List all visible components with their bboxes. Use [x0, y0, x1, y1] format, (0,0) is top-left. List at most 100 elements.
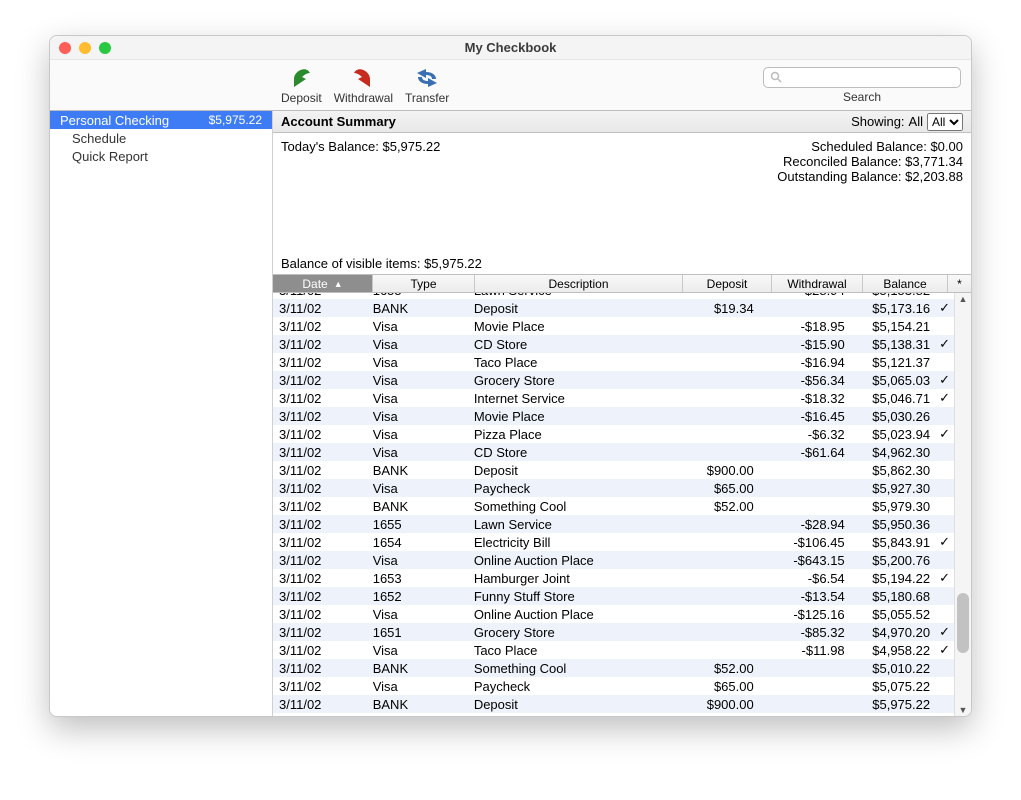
table-row[interactable]: 3/11/02VisaOnline Auction Place-$643.15$… — [273, 551, 955, 569]
table-row[interactable]: 3/11/02VisaPizza Place-$6.32$5,023.94✓ — [273, 425, 955, 443]
cell-description: Deposit — [470, 301, 669, 316]
table-row[interactable]: 3/11/02VisaMovie Place-$18.95$5,154.21 — [273, 317, 955, 335]
cell-balance: $5,979.30 — [849, 499, 934, 514]
table-row[interactable]: 3/11/021651Grocery Store-$85.32$4,970.20… — [273, 623, 955, 641]
cell-date: 3/11/02 — [273, 697, 369, 712]
cell-balance: $5,023.94 — [849, 427, 934, 442]
cell-type: Visa — [369, 553, 470, 568]
withdrawal-button[interactable]: Withdrawal — [334, 65, 393, 105]
cell-balance: $4,958.22 — [849, 643, 934, 658]
cell-balance: $5,200.76 — [849, 553, 934, 568]
table-row[interactable]: 3/11/02VisaTaco Place-$16.94$5,121.37 — [273, 353, 955, 371]
cell-withdrawal: -$16.45 — [758, 409, 849, 424]
cell-type: Visa — [369, 481, 470, 496]
cell-date: 3/11/02 — [273, 445, 369, 460]
table-row[interactable]: 3/11/02VisaMovie Place-$16.45$5,030.26 — [273, 407, 955, 425]
cell-balance: $5,154.21 — [849, 319, 934, 334]
table-row[interactable]: 3/11/02BANKDeposit$900.00$5,862.30 — [273, 461, 955, 479]
cell-balance: $4,962.30 — [849, 445, 934, 460]
todays-balance: Today's Balance: $5,975.22 — [281, 139, 440, 154]
sidebar-item-personal-checking[interactable]: Personal Checking $5,975.22 — [50, 111, 272, 129]
col-star[interactable]: * — [948, 275, 971, 292]
col-description[interactable]: Description — [475, 275, 683, 292]
cell-deposit: $900.00 — [669, 463, 758, 478]
cell-cleared: ✓ — [934, 300, 955, 316]
table-row[interactable]: 3/11/02VisaTaco Place-$11.98$4,958.22✓ — [273, 641, 955, 659]
cell-type: BANK — [369, 499, 470, 514]
table-row[interactable]: 3/11/02BANKSomething Cool$52.00$5,010.22 — [273, 659, 955, 677]
table-row[interactable]: 3/11/02VisaGrocery Store-$56.34$5,065.03… — [273, 371, 955, 389]
cell-description: Taco Place — [470, 355, 669, 370]
cell-type: BANK — [369, 463, 470, 478]
cell-balance: $5,843.91 — [849, 535, 934, 550]
cell-description: Online Auction Place — [470, 553, 669, 568]
cell-date: 3/11/02 — [273, 337, 369, 352]
cell-balance: $5,138.31 — [849, 337, 934, 352]
table-row[interactable]: 3/11/02VisaCD Store-$15.90$5,138.31✓ — [273, 335, 955, 353]
cell-date: 3/11/02 — [273, 517, 369, 532]
table-row[interactable]: 3/11/021655Lawn Service-$28.94$5,950.36 — [273, 515, 955, 533]
sidebar-item-quick-report[interactable]: Quick Report — [50, 147, 272, 165]
transfer-button[interactable]: Transfer — [405, 65, 449, 105]
cell-deposit: $52.00 — [669, 499, 758, 514]
cell-deposit: $65.00 — [669, 679, 758, 694]
cell-description: Movie Place — [470, 409, 669, 424]
table-row[interactable]: 3/11/021654Electricity Bill-$106.45$5,84… — [273, 533, 955, 551]
showing-label: Showing: — [851, 114, 904, 129]
search-input[interactable] — [763, 67, 961, 88]
table-row[interactable]: 3/11/021653Hamburger Joint-$6.54$5,194.2… — [273, 569, 955, 587]
cell-withdrawal: -$11.98 — [758, 643, 849, 658]
cell-description: Online Auction Place — [470, 607, 669, 622]
cell-withdrawal: -$125.16 — [758, 607, 849, 622]
cell-type: 1655 — [369, 517, 470, 532]
table-row[interactable]: 3/11/021652Funny Stuff Store-$13.54$5,18… — [273, 587, 955, 605]
col-balance[interactable]: Balance — [863, 275, 948, 292]
cell-date: 3/11/02 — [273, 535, 369, 550]
cell-description: Pizza Place — [470, 427, 669, 442]
cell-balance: $5,065.03 — [849, 373, 934, 388]
cell-date: 3/11/02 — [273, 373, 369, 388]
col-withdrawal[interactable]: Withdrawal — [772, 275, 863, 292]
cell-balance: $5,862.30 — [849, 463, 934, 478]
cell-withdrawal: -$6.54 — [758, 571, 849, 586]
cell-type: Visa — [369, 409, 470, 424]
cell-deposit: $900.00 — [669, 697, 758, 712]
table-row[interactable]: 3/11/02BANKSomething Cool$52.00$5,979.30 — [273, 497, 955, 515]
vertical-scrollbar[interactable]: ▲ ▼ — [954, 293, 971, 716]
table-row[interactable]: 3/11/02VisaInternet Service-$18.32$5,046… — [273, 389, 955, 407]
table-row[interactable]: 3/11/02BANKDeposit$19.34$5,173.16✓ — [273, 299, 955, 317]
cell-type: Visa — [369, 445, 470, 460]
col-date[interactable]: Date▲ — [273, 275, 373, 292]
cell-date: 3/11/02 — [273, 643, 369, 658]
cell-date: 3/11/02 — [273, 625, 369, 640]
sort-asc-icon: ▲ — [334, 279, 343, 289]
cell-withdrawal: -$56.34 — [758, 373, 849, 388]
cell-withdrawal: -$16.94 — [758, 355, 849, 370]
cell-cleared: ✓ — [934, 390, 955, 406]
table-row[interactable]: 3/11/02VisaPaycheck$65.00$5,927.30 — [273, 479, 955, 497]
col-type[interactable]: Type — [373, 275, 475, 292]
cell-description: Lawn Service — [470, 517, 669, 532]
cell-withdrawal: -$643.15 — [758, 553, 849, 568]
col-deposit[interactable]: Deposit — [683, 275, 772, 292]
toolbar: Deposit Withdrawal Transfer — [50, 60, 971, 111]
scroll-thumb[interactable] — [957, 593, 969, 653]
cell-date: 3/11/02 — [273, 661, 369, 676]
table-row[interactable]: 3/11/02VisaCD Store-$61.64$4,962.30 — [273, 443, 955, 461]
cell-type: Visa — [369, 319, 470, 334]
scroll-up-icon[interactable]: ▲ — [955, 294, 971, 304]
cell-cleared: ✓ — [934, 642, 955, 658]
table-row[interactable]: 3/11/02BANKDeposit$900.00$5,975.22 — [273, 695, 955, 713]
table-row[interactable]: 3/11/02VisaPaycheck$65.00$5,075.22 — [273, 677, 955, 695]
cell-type: 1654 — [369, 535, 470, 550]
search-icon — [770, 71, 782, 83]
cell-type: Visa — [369, 337, 470, 352]
cell-date: 3/11/02 — [273, 679, 369, 694]
scroll-down-icon[interactable]: ▼ — [955, 705, 971, 715]
deposit-label: Deposit — [281, 91, 322, 105]
sidebar-item-schedule[interactable]: Schedule — [50, 129, 272, 147]
cell-description: Grocery Store — [470, 373, 669, 388]
table-row[interactable]: 3/11/02VisaOnline Auction Place-$125.16$… — [273, 605, 955, 623]
deposit-button[interactable]: Deposit — [281, 65, 322, 105]
showing-filter-select[interactable]: All — [927, 113, 963, 131]
